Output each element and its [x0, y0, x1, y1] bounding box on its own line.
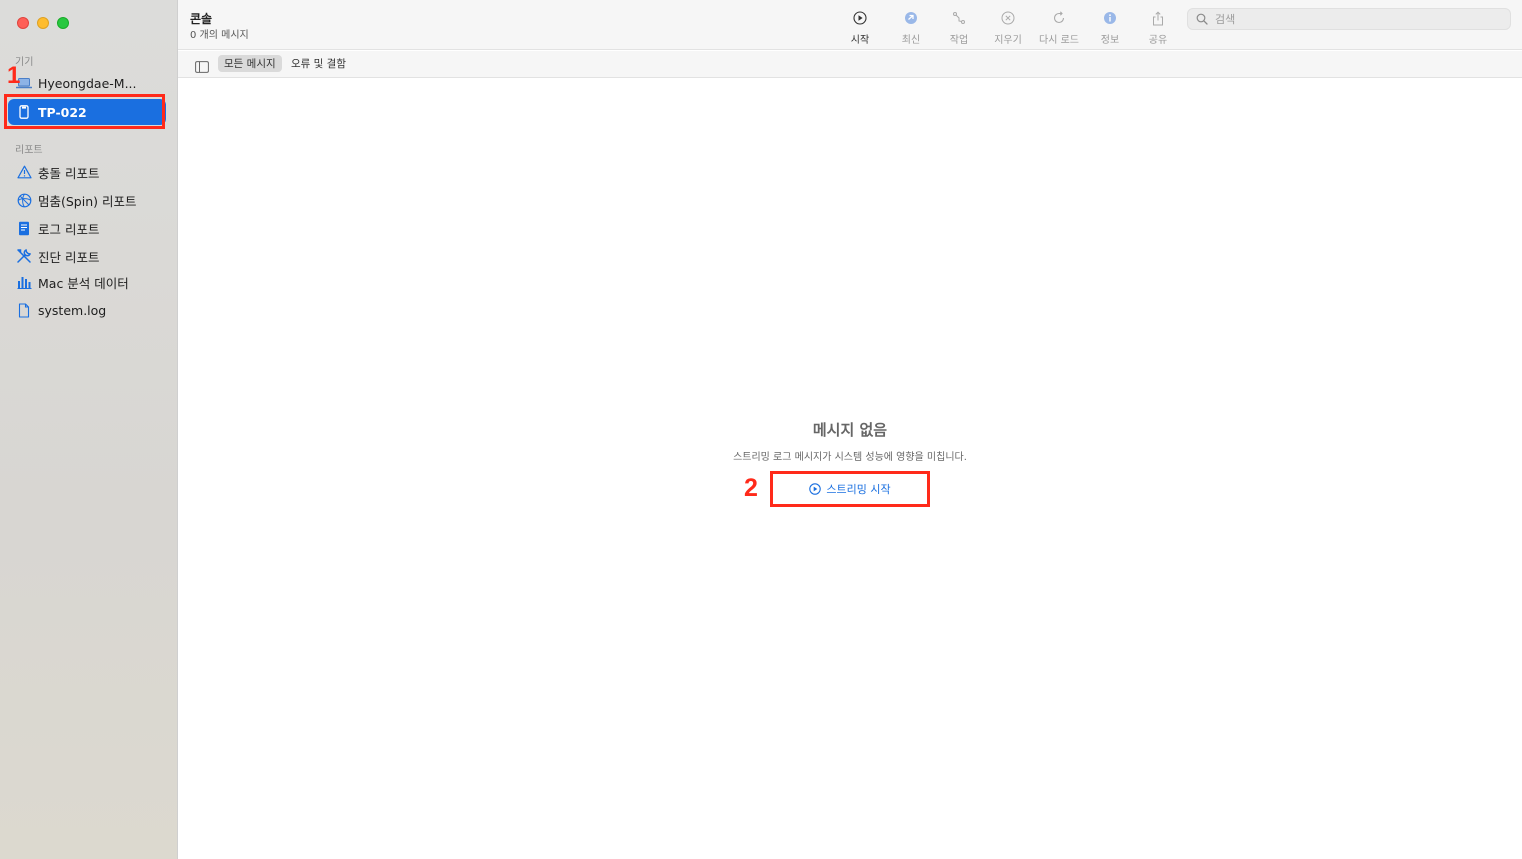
sidebar-item-label: Hyeongdae-M...	[38, 75, 137, 91]
empty-state-subtitle: 스트리밍 로그 메시지가 시스템 성능에 영향을 미칩니다.	[733, 452, 967, 463]
share-toolbar-button[interactable]: 공유	[1136, 9, 1180, 47]
clear-icon	[999, 9, 1017, 27]
sidebar-item-mac-analytics[interactable]: Mac 분석 데이터	[8, 269, 166, 295]
start-toolbar-button[interactable]: 시작	[838, 9, 882, 47]
filter-errors-faults[interactable]: 오류 및 결함	[285, 55, 352, 72]
spin-icon	[16, 192, 32, 208]
annotation-box-1	[4, 94, 165, 129]
empty-state-title: 메시지 없음	[812, 421, 888, 439]
warning-icon	[16, 164, 32, 180]
annotation-number-1: 1	[7, 62, 21, 89]
info-toolbar-button[interactable]: 정보	[1088, 9, 1132, 47]
toolbar: 콘솔 0 개의 메시지 시작 최신 작업 지우기 다시 로드 정보 공유 검색	[178, 0, 1522, 50]
sidebar-item-log-reports[interactable]: 로그 리포트	[8, 215, 166, 241]
chart-icon	[16, 274, 32, 290]
file-icon	[16, 302, 32, 318]
info-icon	[1101, 9, 1119, 27]
reload-icon	[1050, 9, 1068, 27]
sidebar-item-crash-reports[interactable]: 충돌 리포트	[8, 159, 166, 185]
message-count: 0 개의 메시지	[190, 30, 249, 41]
minimize-window-button[interactable]	[37, 17, 49, 29]
annotation-box-2	[770, 471, 930, 507]
sidebar-item-label: 멈춤(Spin) 리포트	[38, 193, 137, 209]
sidebar-item-label: 진단 리포트	[38, 249, 100, 265]
filter-all-messages[interactable]: 모든 메시지	[218, 55, 282, 72]
traffic-lights	[17, 17, 69, 29]
sidebar-item-diagnostic-reports[interactable]: 진단 리포트	[8, 243, 166, 269]
search-field[interactable]: 검색	[1187, 8, 1511, 30]
activities-toolbar-button[interactable]: 작업	[937, 9, 981, 47]
arrow-up-circle-icon	[902, 9, 920, 27]
sidebar-item-label: 로그 리포트	[38, 221, 100, 237]
sidebar-item-spin-reports[interactable]: 멈춤(Spin) 리포트	[8, 187, 166, 213]
annotation-number-2: 2	[744, 474, 758, 502]
reload-toolbar-button[interactable]: 다시 로드	[1037, 9, 1081, 47]
sidebar: 기기 Hyeongdae-M... TP-022 리포트 충돌 리포트 멈춤(S	[0, 0, 178, 859]
main-content: 콘솔 0 개의 메시지 시작 최신 작업 지우기 다시 로드 정보 공유 검색 …	[178, 0, 1522, 859]
reports-section-label: 리포트	[15, 145, 43, 156]
latest-toolbar-button[interactable]: 최신	[889, 9, 933, 47]
search-icon	[1196, 12, 1210, 26]
sidebar-item-mac-device[interactable]: Hyeongdae-M...	[8, 70, 166, 96]
zoom-window-button[interactable]	[57, 17, 69, 29]
log-doc-icon	[16, 220, 32, 236]
sidebar-toggle-icon[interactable]	[195, 58, 209, 73]
close-window-button[interactable]	[17, 17, 29, 29]
window-title: 콘솔	[190, 12, 213, 26]
sidebar-item-label: system.log	[38, 302, 107, 318]
sidebar-item-label: Mac 분석 데이터	[38, 275, 129, 291]
share-icon	[1149, 9, 1167, 27]
activity-icon	[950, 9, 968, 27]
sidebar-item-system-log[interactable]: system.log	[8, 297, 166, 323]
play-circle-icon	[851, 9, 869, 27]
clear-toolbar-button[interactable]: 지우기	[986, 9, 1030, 47]
console-window: 기기 Hyeongdae-M... TP-022 리포트 충돌 리포트 멈춤(S	[0, 0, 1522, 859]
tools-icon	[16, 248, 32, 264]
search-placeholder: 검색	[1215, 13, 1236, 26]
filter-bar: 모든 메시지 오류 및 결함	[178, 51, 1522, 78]
sidebar-item-label: 충돌 리포트	[38, 165, 100, 181]
